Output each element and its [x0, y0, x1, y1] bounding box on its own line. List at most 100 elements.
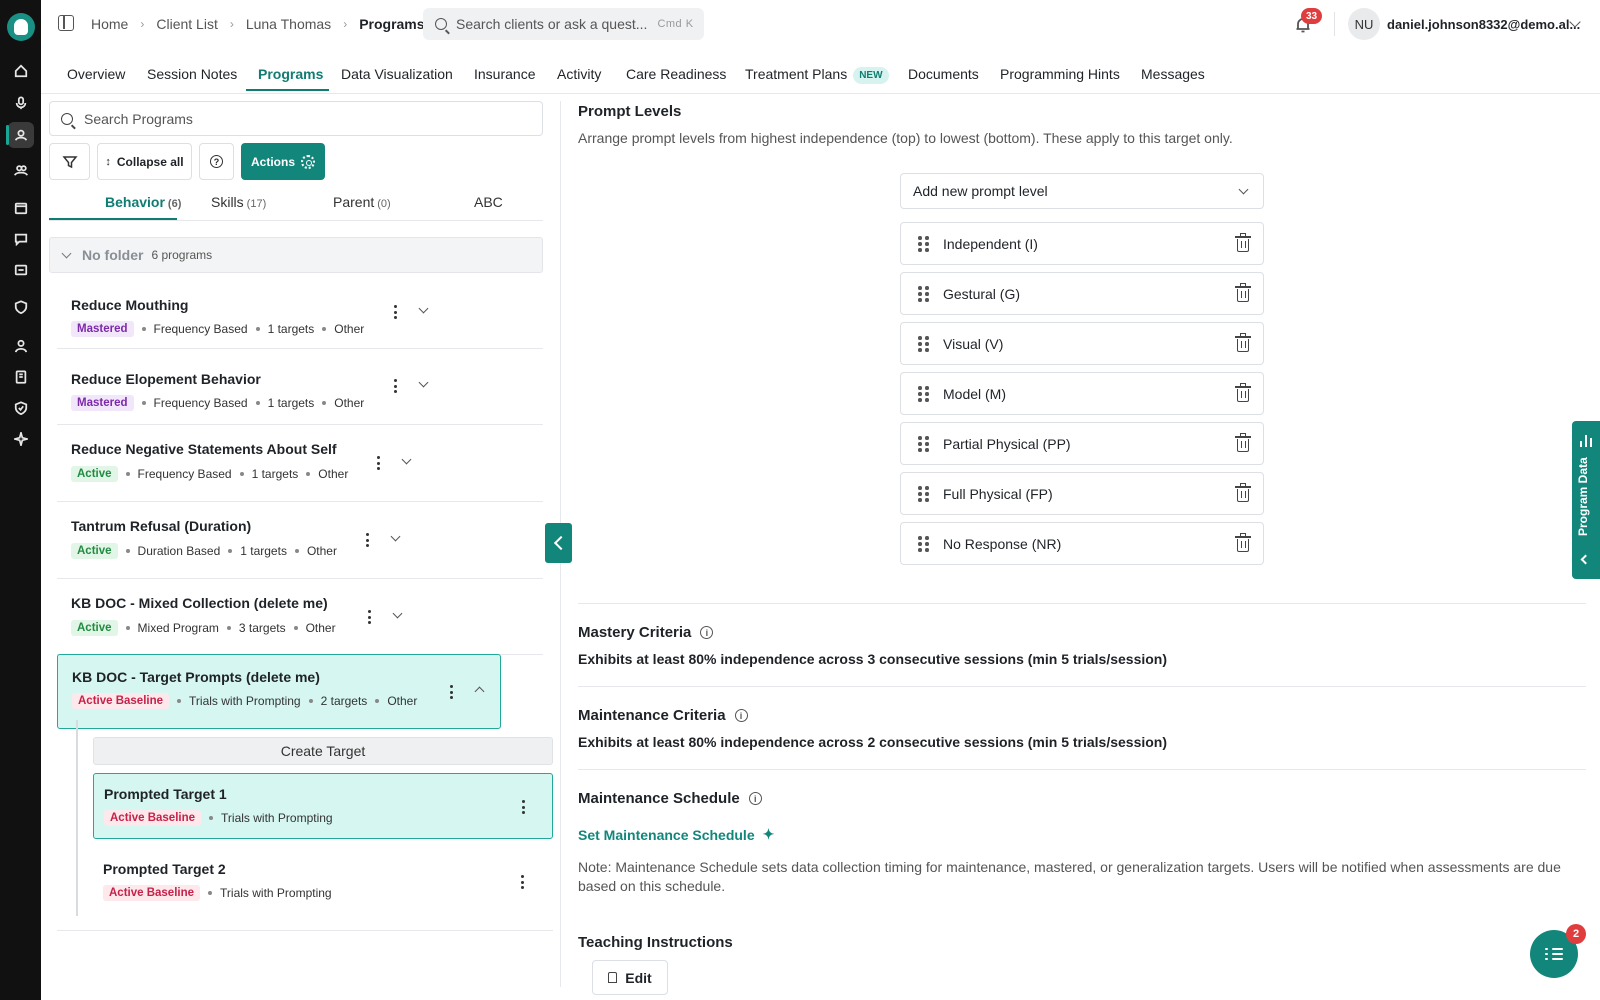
drag-handle-icon[interactable] [918, 336, 929, 352]
prompt-level-row[interactable]: Full Physical (FP) [900, 472, 1264, 515]
trash-icon[interactable] [1235, 233, 1251, 252]
drag-handle-icon[interactable] [918, 386, 929, 402]
subtab-abc[interactable]: ABC [474, 194, 503, 210]
tab-treatment-plans[interactable]: Treatment Plans NEW [745, 66, 889, 84]
ai-sparkle-icon[interactable] [8, 426, 34, 452]
program-row[interactable]: Tantrum Refusal (Duration) Active Durati… [57, 502, 543, 579]
chevron-down-icon[interactable] [418, 377, 429, 388]
program-search-input[interactable]: Search Programs [49, 101, 543, 136]
subtab-count: (6) [167, 198, 182, 210]
info-icon[interactable]: i [734, 709, 748, 722]
set-maintenance-schedule-link[interactable]: Set Maintenance Schedule ✦ [578, 826, 774, 843]
prompt-level-row[interactable]: Visual (V) [900, 322, 1264, 365]
trash-icon[interactable] [1235, 383, 1251, 402]
program-name: Tantrum Refusal (Duration) [71, 518, 252, 534]
drag-handle-icon[interactable] [918, 486, 929, 502]
billing-icon[interactable] [8, 257, 34, 283]
drag-handle-icon[interactable] [918, 286, 929, 302]
chevron-down-icon[interactable] [392, 608, 403, 619]
subtab-skills[interactable]: Skills (17) [211, 194, 266, 210]
tab-session-notes[interactable]: Session Notes [147, 66, 237, 82]
chevron-down-icon[interactable] [418, 303, 429, 314]
add-prompt-level-select[interactable]: Add new prompt level [900, 173, 1264, 209]
shield-icon[interactable] [8, 294, 34, 320]
more-options-icon[interactable] [376, 456, 380, 470]
trash-icon[interactable] [1235, 483, 1251, 502]
target-row[interactable]: Prompted Target 2 Active Baseline Trials… [93, 849, 553, 915]
avatar[interactable]: NU [1348, 8, 1380, 40]
clients-icon[interactable] [6, 122, 34, 148]
folder-row[interactable]: No folder 6 programs [49, 237, 543, 273]
tab-insurance[interactable]: Insurance [474, 66, 535, 82]
chevron-down-icon[interactable] [61, 248, 72, 258]
actions-button[interactable]: Actions [241, 143, 325, 180]
prompt-level-row[interactable]: Independent (I) [900, 222, 1264, 265]
prompt-level-row[interactable]: Model (M) [900, 372, 1264, 415]
more-options-icon[interactable] [367, 610, 371, 624]
drag-handle-icon[interactable] [918, 436, 929, 452]
subtab-behavior[interactable]: Behavior (6) [105, 194, 181, 210]
tab-documents[interactable]: Documents [908, 66, 979, 82]
more-options-icon[interactable] [365, 533, 369, 547]
microphone-icon[interactable] [8, 90, 34, 116]
tab-data-visualization[interactable]: Data Visualization [341, 66, 453, 82]
tab-care-readiness[interactable]: Care Readiness [626, 66, 726, 82]
chevron-down-icon[interactable] [401, 454, 412, 465]
tab-programs[interactable]: Programs [258, 66, 323, 82]
team-icon[interactable] [8, 157, 34, 183]
collapse-panel-button[interactable] [545, 523, 572, 563]
program-row[interactable]: Reduce Mouthing Mastered Frequency Based… [57, 283, 543, 349]
sidebar-toggle-icon[interactable] [58, 15, 74, 31]
subtab-parent[interactable]: Parent (0) [333, 194, 391, 210]
reports-icon[interactable] [8, 364, 34, 390]
program-row-selected[interactable]: KB DOC - Target Prompts (delete me) Acti… [57, 654, 501, 729]
tab-activity[interactable]: Activity [557, 66, 601, 82]
trash-icon[interactable] [1235, 433, 1251, 452]
more-options-icon[interactable] [521, 800, 525, 814]
collapse-all-button[interactable]: ↕ Collapse all [97, 143, 192, 180]
more-options-icon[interactable] [520, 875, 524, 889]
chevron-down-icon[interactable] [390, 531, 401, 542]
target-row-selected[interactable]: Prompted Target 1 Active Baseline Trials… [93, 773, 553, 839]
help-button[interactable]: ? [199, 143, 234, 180]
program-data-drawer-tab[interactable]: Program Data [1572, 421, 1600, 579]
breadcrumb-client[interactable]: Luna Thomas [246, 16, 331, 32]
drag-handle-icon[interactable] [918, 236, 929, 252]
security-icon[interactable] [8, 395, 34, 421]
create-target-button[interactable]: Create Target [93, 737, 553, 765]
info-icon[interactable]: i [748, 792, 762, 805]
chevron-up-icon[interactable] [474, 686, 485, 697]
program-row[interactable]: KB DOC - Mixed Collection (delete me) Ac… [57, 579, 543, 655]
calendar-icon[interactable] [8, 195, 34, 221]
chat-icon[interactable] [8, 226, 34, 252]
prompt-level-row[interactable]: No Response (NR) [900, 522, 1264, 565]
user-email[interactable]: daniel.johnson8332@demo.al... [1387, 17, 1580, 32]
edit-button[interactable]: Edit [592, 960, 668, 995]
trash-icon[interactable] [1235, 533, 1251, 552]
prompt-level-row[interactable]: Gestural (G) [900, 272, 1264, 315]
tab-messages[interactable]: Messages [1141, 66, 1205, 82]
tab-overview[interactable]: Overview [67, 66, 125, 82]
more-options-icon[interactable] [449, 685, 453, 699]
app-logo[interactable] [7, 13, 35, 41]
more-options-icon[interactable] [393, 379, 397, 393]
filter-button[interactable] [49, 143, 90, 180]
more-options-icon[interactable] [393, 305, 397, 319]
program-row[interactable]: Reduce Negative Statements About Self Ac… [57, 425, 543, 502]
info-icon[interactable]: i [700, 626, 714, 639]
prompt-level-row[interactable]: Partial Physical (PP) [900, 422, 1264, 465]
global-search-input[interactable]: Search clients or ask a quest... Cmd K [423, 8, 704, 40]
trash-icon[interactable] [1235, 283, 1251, 302]
user-icon[interactable] [8, 333, 34, 359]
tab-programming-hints[interactable]: Programming Hints [1000, 66, 1120, 82]
home-icon[interactable] [8, 58, 34, 84]
program-row[interactable]: Reduce Elopement Behavior Mastered Frequ… [57, 349, 543, 425]
breadcrumb-client-list[interactable]: Client List [156, 16, 217, 32]
program-targets: 2 targets [320, 694, 368, 708]
mastery-criteria-title: Mastery Criteria i [578, 624, 714, 641]
breadcrumb-home[interactable]: Home [91, 16, 128, 32]
drag-handle-icon[interactable] [918, 536, 929, 552]
breadcrumb-current: Programs [359, 16, 425, 32]
trash-icon[interactable] [1235, 333, 1251, 352]
subtab-label: Parent [333, 194, 375, 210]
